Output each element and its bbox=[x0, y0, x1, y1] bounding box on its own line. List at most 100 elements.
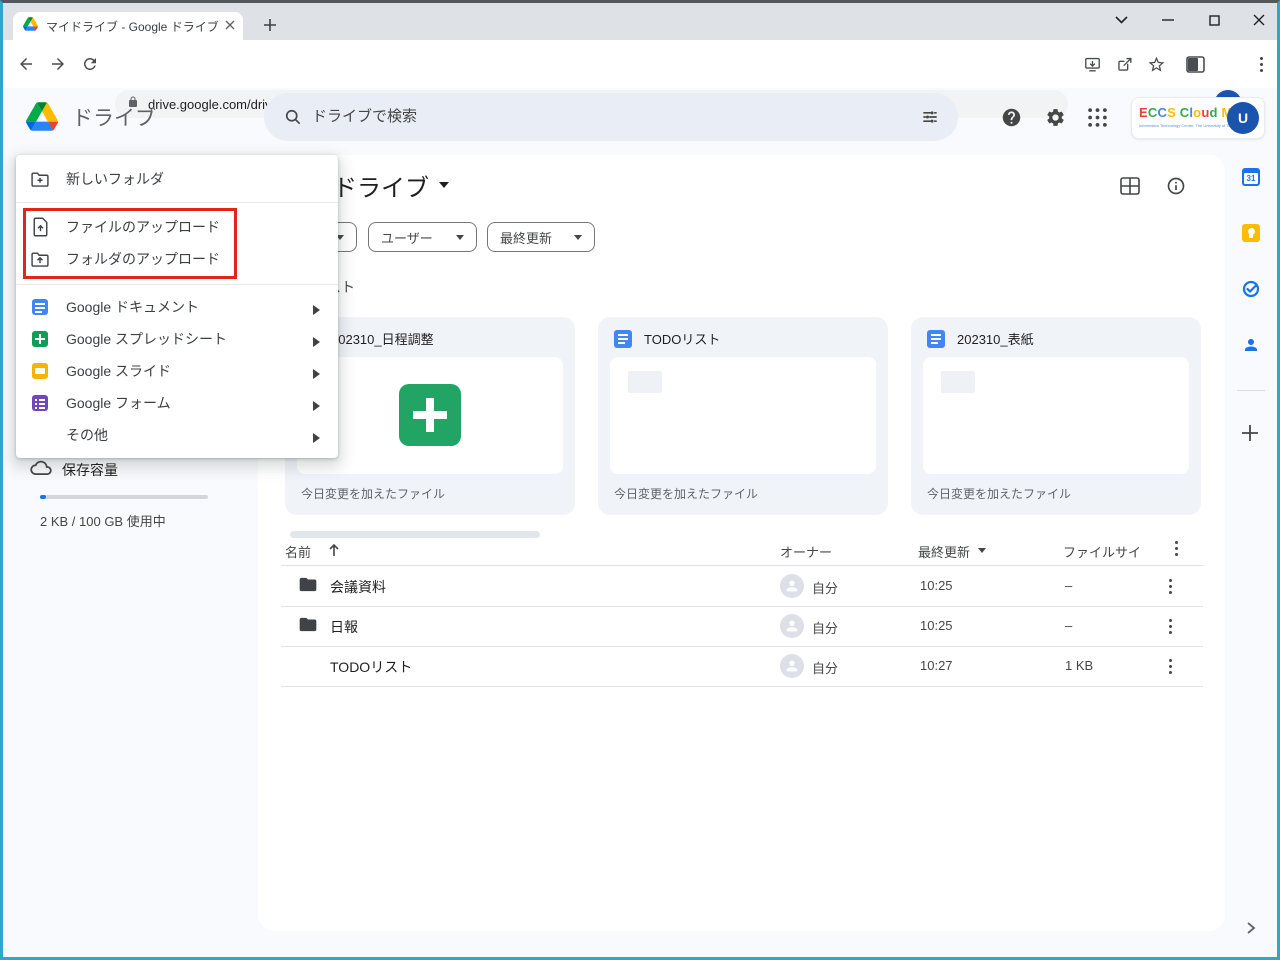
horizontal-scrollbar-thumb[interactable] bbox=[290, 531, 540, 538]
storage-label[interactable]: 保存容量 bbox=[62, 460, 118, 480]
chevron-right-icon bbox=[312, 430, 322, 443]
screenshot: マイドライブ - Google ドライブ drive.google.com/dr… bbox=[0, 0, 1280, 960]
doc-preview-ghost bbox=[941, 371, 975, 393]
cloud-icon bbox=[30, 459, 52, 480]
menu-item-google-forms[interactable]: Google フォーム bbox=[16, 387, 338, 419]
account-badge[interactable]: ECCS Cloud Mail Information Technology C… bbox=[1131, 97, 1265, 139]
google-slides-icon bbox=[32, 363, 48, 379]
chip-label: 最終更新 bbox=[500, 230, 553, 246]
column-options-kebab-icon[interactable] bbox=[1175, 541, 1178, 556]
suggested-card[interactable]: TODOリスト 今日変更を加えたファイル bbox=[598, 317, 888, 515]
card-reason: 今日変更を加えたファイル bbox=[301, 487, 446, 501]
column-header-owner[interactable]: オーナー bbox=[780, 542, 832, 561]
file-name: 日報 bbox=[330, 619, 358, 635]
main-content: マイドライブ ユーザー 最終更新 サジェスト 202310_日程調整 今日変更を… bbox=[258, 155, 1225, 931]
browser-toolbar: drive.google.com/drive/my-drive U bbox=[3, 40, 1277, 118]
modified-time: 10:25 bbox=[920, 578, 953, 593]
google-docs-icon bbox=[32, 299, 48, 315]
title-dropdown-caret-icon bbox=[439, 182, 449, 188]
menu-item-label: Google スライド bbox=[66, 363, 172, 379]
storage-usage-text: 2 KB / 100 GB 使用中 bbox=[40, 514, 166, 529]
browser-menu-kebab-icon[interactable] bbox=[1249, 52, 1273, 76]
sheets-logo-icon bbox=[399, 384, 461, 446]
file-row[interactable]: 会議資料 自分 10:25 – bbox=[281, 566, 1203, 607]
contacts-icon[interactable] bbox=[1242, 336, 1260, 354]
search-icon bbox=[283, 107, 303, 132]
card-preview bbox=[610, 357, 876, 474]
chip-label: ユーザー bbox=[381, 230, 433, 246]
get-addons-plus-icon[interactable] bbox=[1240, 423, 1260, 448]
menu-item-more[interactable]: その他 bbox=[16, 419, 338, 451]
menu-divider bbox=[16, 202, 338, 203]
browser-tab[interactable]: マイドライブ - Google ドライブ bbox=[13, 12, 243, 40]
account-badge-subtitle: Information Technology Center, The Unive… bbox=[1139, 123, 1237, 128]
storage-progress-fill bbox=[40, 495, 46, 499]
forward-button[interactable] bbox=[46, 52, 70, 76]
owner-name: 自分 bbox=[812, 661, 839, 676]
account-avatar[interactable]: U bbox=[1227, 102, 1259, 134]
help-icon[interactable] bbox=[999, 105, 1023, 129]
menu-item-label: 新しいフォルダ bbox=[66, 170, 164, 187]
column-header-size[interactable]: ファイルサイ bbox=[1063, 542, 1141, 561]
docs-file-icon bbox=[614, 329, 632, 348]
card-reason: 今日変更を加えたファイル bbox=[614, 487, 759, 501]
menu-item-label: その他 bbox=[66, 427, 108, 443]
browser-tab-strip: マイドライブ - Google ドライブ bbox=[3, 3, 1277, 40]
card-title: 202310_日程調整 bbox=[331, 332, 434, 347]
info-icon[interactable] bbox=[1166, 176, 1186, 201]
menu-item-new-folder[interactable]: 新しいフォルダ bbox=[16, 155, 338, 202]
modified-time: 10:27 bbox=[920, 658, 953, 673]
row-actions-kebab-icon[interactable] bbox=[1169, 619, 1172, 634]
reload-button[interactable] bbox=[78, 52, 102, 76]
drive-favicon bbox=[23, 16, 38, 36]
menu-item-google-docs[interactable]: Google ドキュメント bbox=[16, 291, 338, 323]
chevron-down-icon bbox=[456, 234, 464, 240]
tasks-icon[interactable] bbox=[1242, 280, 1260, 298]
google-apps-grid-icon[interactable] bbox=[1085, 105, 1109, 129]
tab-close-icon[interactable] bbox=[225, 17, 235, 35]
sort-direction-caret-icon bbox=[978, 548, 986, 553]
menu-divider bbox=[16, 284, 338, 285]
search-options-tune-icon[interactable] bbox=[920, 107, 940, 132]
keep-icon[interactable] bbox=[1242, 224, 1260, 242]
column-header-modified[interactable]: 最終更新 bbox=[918, 542, 970, 561]
grid-view-toggle-icon[interactable] bbox=[1120, 177, 1140, 200]
suggested-card[interactable]: 202310_表紙 今日変更を加えたファイル bbox=[911, 317, 1201, 515]
drive-logo[interactable] bbox=[26, 102, 58, 136]
row-actions-kebab-icon[interactable] bbox=[1169, 659, 1172, 674]
google-forms-icon bbox=[32, 395, 48, 411]
hide-side-panel-chevron-icon[interactable] bbox=[1244, 921, 1258, 940]
card-preview bbox=[923, 357, 1189, 474]
bookmark-star-icon[interactable] bbox=[1144, 52, 1168, 76]
account-avatar-initial: U bbox=[1237, 110, 1249, 126]
file-row[interactable]: TODOリスト 自分 10:27 1 KB bbox=[281, 646, 1203, 687]
back-button[interactable] bbox=[14, 52, 38, 76]
folder-icon bbox=[298, 616, 318, 638]
row-actions-kebab-icon[interactable] bbox=[1169, 579, 1172, 594]
search-bar[interactable]: ドライブで検索 bbox=[264, 93, 958, 141]
filter-chip-people[interactable]: ユーザー bbox=[368, 222, 477, 252]
share-icon[interactable] bbox=[1112, 52, 1136, 76]
rail-divider bbox=[1237, 390, 1265, 391]
menu-item-google-sheets[interactable]: Google スプレッドシート bbox=[16, 323, 338, 355]
file-row[interactable]: 日報 自分 10:25 – bbox=[281, 606, 1203, 647]
side-panel-icon[interactable] bbox=[1183, 52, 1207, 76]
menu-item-google-slides[interactable]: Google スライド bbox=[16, 355, 338, 387]
storage-progress-bar bbox=[40, 495, 208, 499]
install-icon[interactable] bbox=[1080, 52, 1104, 76]
column-header-name[interactable]: 名前 bbox=[285, 542, 311, 561]
new-tab-button[interactable] bbox=[257, 12, 283, 38]
chevron-right-icon bbox=[312, 334, 322, 347]
doc-preview-ghost bbox=[628, 371, 662, 393]
calendar-icon[interactable]: 31 bbox=[1242, 168, 1260, 186]
menu-item-label: Google スプレッドシート bbox=[66, 331, 228, 347]
minimize-button[interactable] bbox=[1155, 7, 1181, 33]
file-name: 会議資料 bbox=[330, 579, 386, 595]
settings-gear-icon[interactable] bbox=[1043, 105, 1067, 129]
sort-ascending-icon[interactable] bbox=[328, 543, 340, 560]
maximize-button[interactable] bbox=[1201, 7, 1227, 33]
window-close-button[interactable] bbox=[1246, 7, 1272, 33]
tab-search-chevron-icon[interactable] bbox=[1108, 7, 1134, 33]
filter-chip-modified[interactable]: 最終更新 bbox=[487, 222, 595, 252]
new-folder-icon bbox=[30, 169, 50, 189]
